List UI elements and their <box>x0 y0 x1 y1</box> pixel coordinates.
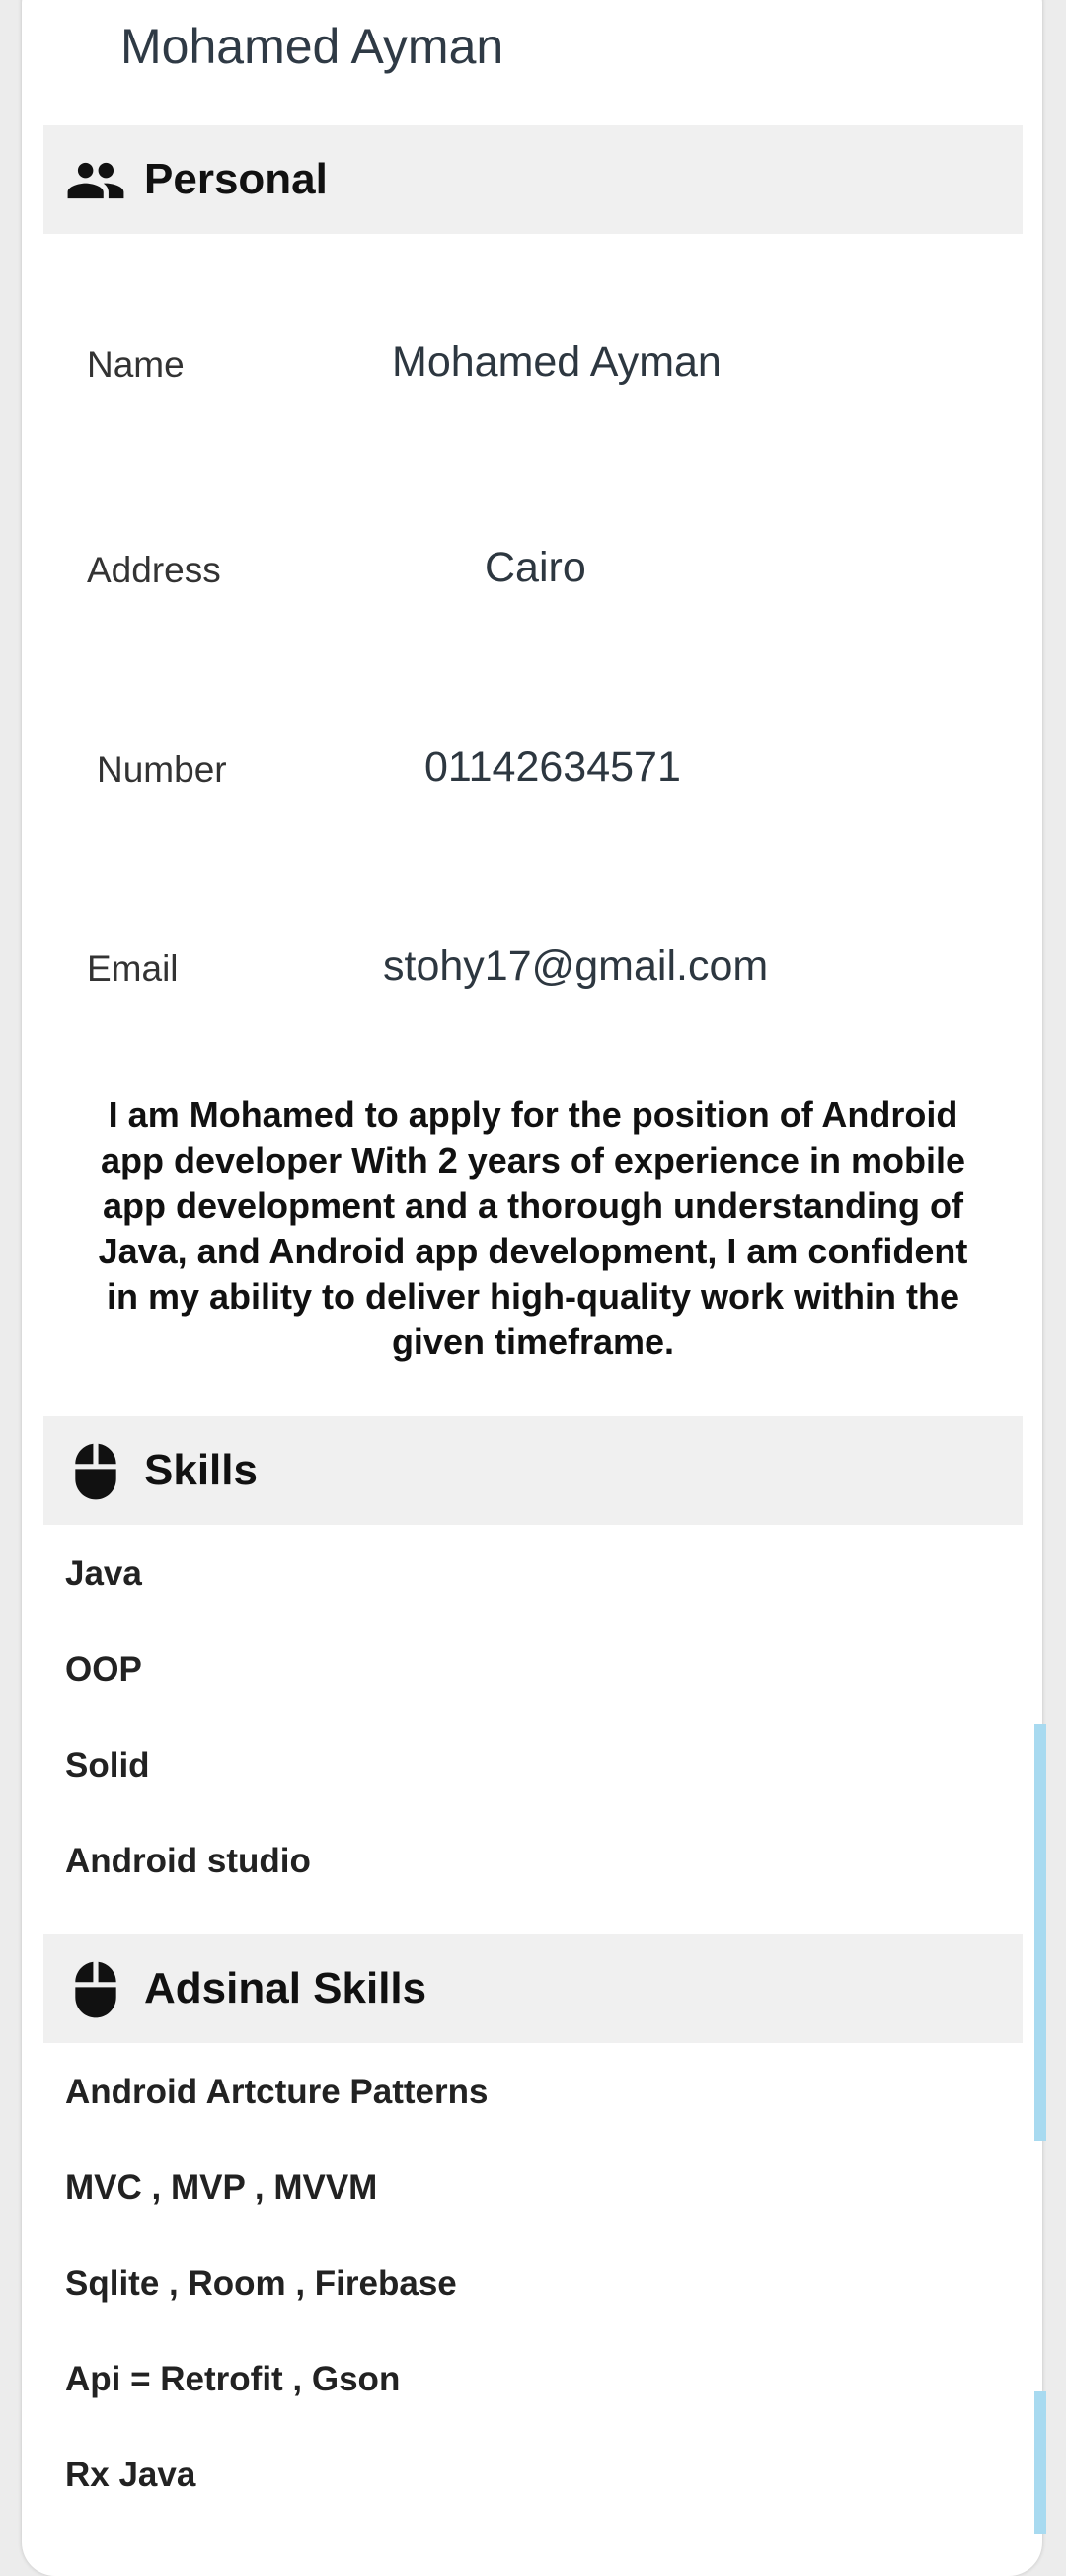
address-value: Cairo <box>485 544 586 591</box>
personal-section-title: Personal <box>144 155 328 203</box>
email-value: stohy17@gmail.com <box>383 943 769 990</box>
additional-skill-item: Sqlite , Room , Firebase <box>65 2264 457 2303</box>
skill-item: Android studio <box>65 1842 311 1880</box>
additional-skill-item: Android Artcture Patterns <box>65 2073 489 2111</box>
skill-item: OOP <box>65 1650 142 1689</box>
personal-section-header: Personal <box>43 125 1023 234</box>
skills-section-header: Skills <box>43 1416 1023 1525</box>
additional-skill-item: Rx Java <box>65 2456 196 2494</box>
additional-skill-item: Api = Retrofit , Gson <box>65 2360 401 2398</box>
name-value: Mohamed Ayman <box>392 339 722 386</box>
address-label: Address <box>87 550 221 590</box>
scrollbar-thumb[interactable] <box>1034 1724 1046 2141</box>
additional-skills-section-header: Adsinal Skills <box>43 1934 1023 2043</box>
skill-item: Java <box>65 1554 142 1593</box>
people-icon <box>67 162 124 199</box>
profile-summary: I am Mohamed to apply for the position o… <box>98 1095 968 1362</box>
additional-skill-item: MVC , MVP , MVVM <box>65 2168 378 2207</box>
skills-section-title: Skills <box>144 1446 258 1494</box>
mouse-icon <box>75 1443 116 1500</box>
scrollbar-thumb-secondary[interactable] <box>1034 2391 1046 2534</box>
email-label: Email <box>87 948 179 989</box>
number-label: Number <box>97 749 227 790</box>
skill-item: Solid <box>65 1746 150 1784</box>
profile-header-name: Mohamed Ayman <box>120 19 504 74</box>
name-label: Name <box>87 344 185 385</box>
additional-skills-section-title: Adsinal Skills <box>144 1964 427 2012</box>
mouse-icon <box>75 1961 116 2018</box>
number-value: 01142634571 <box>424 743 681 791</box>
